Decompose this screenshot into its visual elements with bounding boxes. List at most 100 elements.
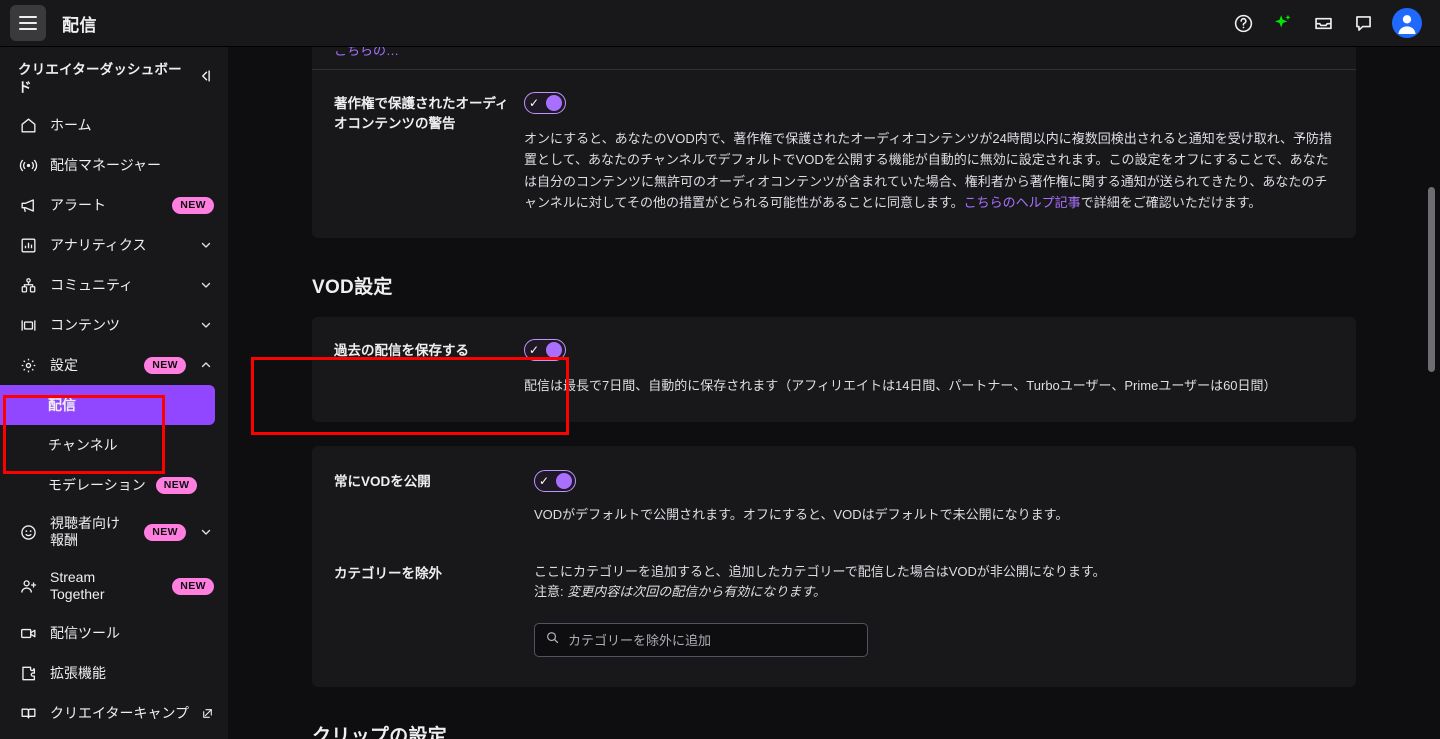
sidebar-item-label: アナリティクス <box>50 236 147 253</box>
copyright-audio-warning-row: 著作権で保護されたオーディオコンテンツの警告 ✓ オンにすると、あなたのVOD内… <box>312 70 1356 238</box>
scrollbar-track[interactable] <box>1426 47 1437 739</box>
help-article-link[interactable]: こちらのヘルプ記事 <box>964 195 1081 210</box>
external-link-icon <box>200 703 214 723</box>
copyright-setting-description: オンにすると、あなたのVOD内で、著作権で保護されたオーディオコンテンツが24時… <box>524 128 1334 214</box>
sidebar-item-settings-moderation[interactable]: モデレーション NEW <box>0 465 215 505</box>
sidebar-item-stream-tools[interactable]: 配信ツール <box>0 613 228 653</box>
sidebar-item-label: 視聴者向け 報酬 <box>50 514 120 549</box>
save-past-streams-description: 配信は最長で7日間、自動的に保存されます（アフィリエイトは14日間、パートナー、… <box>524 377 1277 393</box>
sidebar-item-community[interactable]: コミュニティ <box>0 265 228 305</box>
sidebar-nav: ホーム 配信マネージャー アラート NEW アナリティクス コミュニティ コンテ… <box>0 105 228 733</box>
clips-section-title: クリップの設定 <box>312 726 448 739</box>
sidebar-heading: クリエイターダッシュボード <box>18 62 182 96</box>
collapse-sidebar-icon[interactable] <box>192 63 218 89</box>
sidebar-item-label: Stream Together <box>50 568 105 603</box>
creator-camp-icon <box>18 703 38 723</box>
sidebar-item-settings[interactable]: 設定 NEW <box>0 345 228 385</box>
toggle-knob <box>546 341 562 358</box>
copyright-description-tail: で詳細をご確認いただけます。 <box>1080 195 1262 211</box>
copyright-settings-card: こちらの… 著作権で保護されたオーディオコンテンツの警告 ✓ オンにすると、あな… <box>312 47 1356 238</box>
broadcast-icon <box>18 155 38 175</box>
exclude-category-label: カテゴリーを除外 <box>334 565 442 581</box>
sidebar-item-settings-stream[interactable]: 配信 <box>0 385 215 426</box>
always-publish-vod-row: 常にVODを公開 ✓ VODがデフォルトで公開されます。オフにすると、VODはデ… <box>312 446 1356 535</box>
smiley-icon <box>18 522 38 542</box>
sidebar-item-stream-manager[interactable]: 配信マネージャー <box>0 145 228 185</box>
sidebar-item-label: コミュニティ <box>50 276 134 293</box>
add-user-icon <box>18 576 38 596</box>
always-publish-vod-toggle[interactable]: ✓ <box>534 470 576 493</box>
app-root: 配信 クリエイターダッシュボード ホーム 配信マネージャー アラート NEW ア… <box>0 0 1440 739</box>
copyright-setting-label: 著作権で保護されたオーディオコンテンツの警告 <box>334 96 509 132</box>
home-icon <box>18 115 38 135</box>
exclude-category-search-box[interactable] <box>534 623 868 658</box>
exclude-category-note-text: 変更内容は次回の配信から有効になります。 <box>567 584 826 600</box>
exclude-category-search-input[interactable] <box>568 632 857 648</box>
check-icon: ✓ <box>539 474 550 489</box>
help-icon[interactable] <box>1232 12 1254 34</box>
sidebar-header: クリエイターダッシュボード <box>0 51 228 105</box>
body: クリエイターダッシュボード ホーム 配信マネージャー アラート NEW アナリテ… <box>0 47 1440 739</box>
exclude-category-note: 注意: 変更内容は次回の配信から有効になります。 <box>534 582 1334 603</box>
sidebar-item-label: コンテンツ <box>50 316 120 333</box>
save-past-streams-body: ✓ 配信は最長で7日間、自動的に保存されます（アフィリエイトは14日間、パートナ… <box>524 338 1334 396</box>
settings-scroll-area: こちらの… 著作権で保護されたオーディオコンテンツの警告 ✓ オンにすると、あな… <box>228 47 1440 739</box>
exclude-category-description: ここにカテゴリーを追加すると、追加したカテゴリーで配信した場合はVODが非公開に… <box>534 563 1106 579</box>
sidebar-item-viewer-rewards[interactable]: 視聴者向け 報酬 NEW <box>0 505 228 559</box>
scrollbar-thumb[interactable] <box>1428 187 1435 372</box>
sidebar-item-alerts[interactable]: アラート NEW <box>0 185 228 225</box>
top-bar: 配信 <box>0 0 1440 47</box>
sidebar-item-label: 拡張機能 <box>50 664 106 681</box>
main-content: こちらの… 著作権で保護されたオーディオコンテンツの警告 ✓ オンにすると、あな… <box>228 47 1440 739</box>
sidebar-subitem-label: 配信 <box>48 397 76 414</box>
copyright-setting-body: ✓ オンにすると、あなたのVOD内で、著作権で保護されたオーディオコンテンツが2… <box>524 92 1334 214</box>
inbox-icon[interactable] <box>1312 12 1334 34</box>
always-publish-vod-label: 常にVODを公開 <box>334 474 431 490</box>
search-icon <box>545 630 560 650</box>
whispers-icon[interactable] <box>1352 12 1374 34</box>
analytics-icon <box>18 235 38 255</box>
sidebar-item-extensions[interactable]: 拡張機能 <box>0 653 228 693</box>
exclude-category-note-prefix: 注意: <box>534 584 568 600</box>
top-bar-actions <box>1232 8 1428 38</box>
save-past-streams-card: 過去の配信を保存する ✓ 配信は最長で7日間、自動的に保存されます（アフィリエイ… <box>312 316 1356 423</box>
sidebar-item-home[interactable]: ホーム <box>0 105 228 145</box>
chevron-up-icon[interactable] <box>198 358 214 372</box>
hamburger-icon[interactable] <box>10 5 46 41</box>
megaphone-icon <box>18 195 38 215</box>
copyright-audio-warning-toggle[interactable]: ✓ <box>524 92 566 114</box>
sidebar-item-creator-camp[interactable]: クリエイターキャンプ <box>0 693 228 733</box>
sidebar-item-analytics[interactable]: アナリティクス <box>0 225 228 265</box>
content-icon <box>18 315 38 335</box>
chevron-down-icon[interactable] <box>198 278 214 292</box>
vod-publish-card: 常にVODを公開 ✓ VODがデフォルトで公開されます。オフにすると、VODはデ… <box>312 446 1356 688</box>
avatar[interactable] <box>1392 8 1422 38</box>
save-past-streams-toggle[interactable]: ✓ <box>524 338 566 361</box>
sidebar-item-label: クリエイターキャンプ <box>50 704 190 721</box>
sidebar-item-stream-together[interactable]: Stream Together NEW <box>0 559 228 613</box>
sparkle-icon[interactable] <box>1272 12 1294 34</box>
toggle-knob <box>546 95 562 111</box>
sidebar-item-label: 配信ツール <box>50 624 120 641</box>
status-badge: NEW <box>144 524 186 541</box>
vod-section-title: VOD設定 <box>312 276 393 298</box>
sidebar-subitem-label: チャンネル <box>48 437 118 454</box>
check-icon: ✓ <box>529 96 540 110</box>
toggle-knob <box>556 473 572 490</box>
sidebar-item-label: ホーム <box>50 116 92 133</box>
chevron-down-icon[interactable] <box>198 525 214 539</box>
extensions-icon <box>18 663 38 683</box>
sidebar-subitem-label: モデレーション <box>48 477 146 494</box>
sidebar-item-label: アラート <box>50 196 106 213</box>
status-badge: NEW <box>172 578 214 595</box>
gear-icon <box>18 355 38 375</box>
sidebar-item-content[interactable]: コンテンツ <box>0 305 228 345</box>
community-icon <box>18 275 38 295</box>
video-camera-icon <box>18 623 38 643</box>
sidebar-item-settings-channel[interactable]: チャンネル <box>0 425 215 465</box>
chevron-down-icon[interactable] <box>198 238 214 252</box>
always-publish-vod-body: ✓ VODがデフォルトで公開されます。オフにすると、VODはデフォルトで未公開に… <box>534 470 1334 525</box>
chevron-down-icon[interactable] <box>198 318 214 332</box>
previous-help-link[interactable]: こちらの… <box>334 47 399 59</box>
sidebar-item-label: 配信マネージャー <box>50 156 162 173</box>
